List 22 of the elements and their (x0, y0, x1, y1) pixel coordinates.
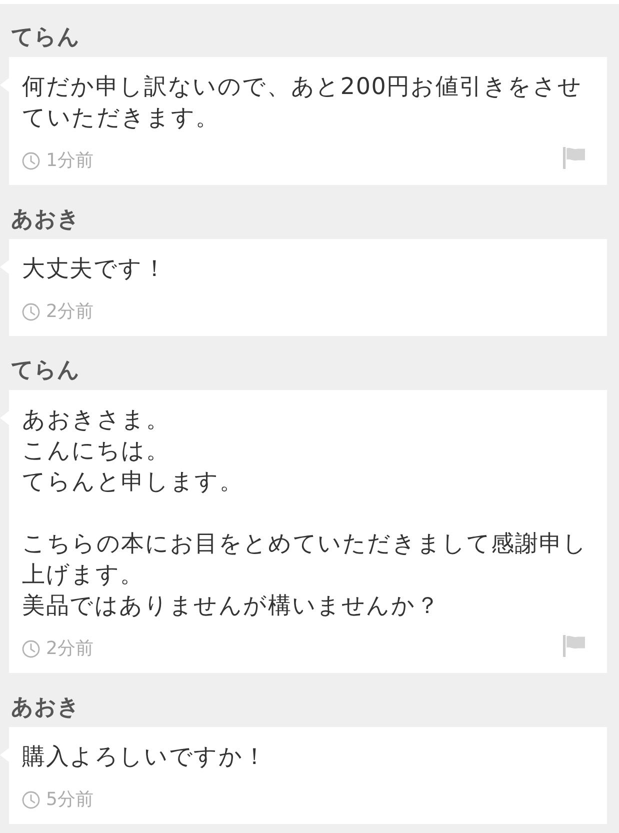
sender-name: てらん (11, 26, 80, 50)
message-time: 1分前 (46, 149, 94, 173)
flag-icon[interactable] (563, 635, 585, 657)
clock-icon (22, 791, 40, 809)
message-text: こんにちは。 (22, 437, 171, 466)
sender-name: てらん (11, 359, 80, 383)
message-text: 大丈夫です！ (22, 255, 168, 284)
message-text: てらんと申します。 (22, 468, 244, 497)
message-text: 美品ではありませんが構いませんか？ (22, 592, 441, 621)
sender-name: あおき (11, 696, 80, 720)
message-text: 何だか申し訳ないので、あと200円お値引きをさせていただきます。 (22, 73, 584, 133)
clock-icon (22, 152, 40, 170)
message-text: あおきさま。 (22, 406, 171, 435)
clock-icon (22, 640, 40, 658)
message-text: 購入よろしいですか！ (22, 743, 268, 772)
message-time: 2分前 (46, 300, 94, 324)
message-text: こちらの本にお目をとめていただきまして感謝申し上げます。 (22, 530, 588, 590)
message-time: 2分前 (46, 637, 94, 661)
sender-name: あおき (11, 208, 80, 232)
message-time: 5分前 (46, 788, 94, 812)
clock-icon (22, 303, 40, 321)
flag-icon[interactable] (563, 147, 585, 169)
